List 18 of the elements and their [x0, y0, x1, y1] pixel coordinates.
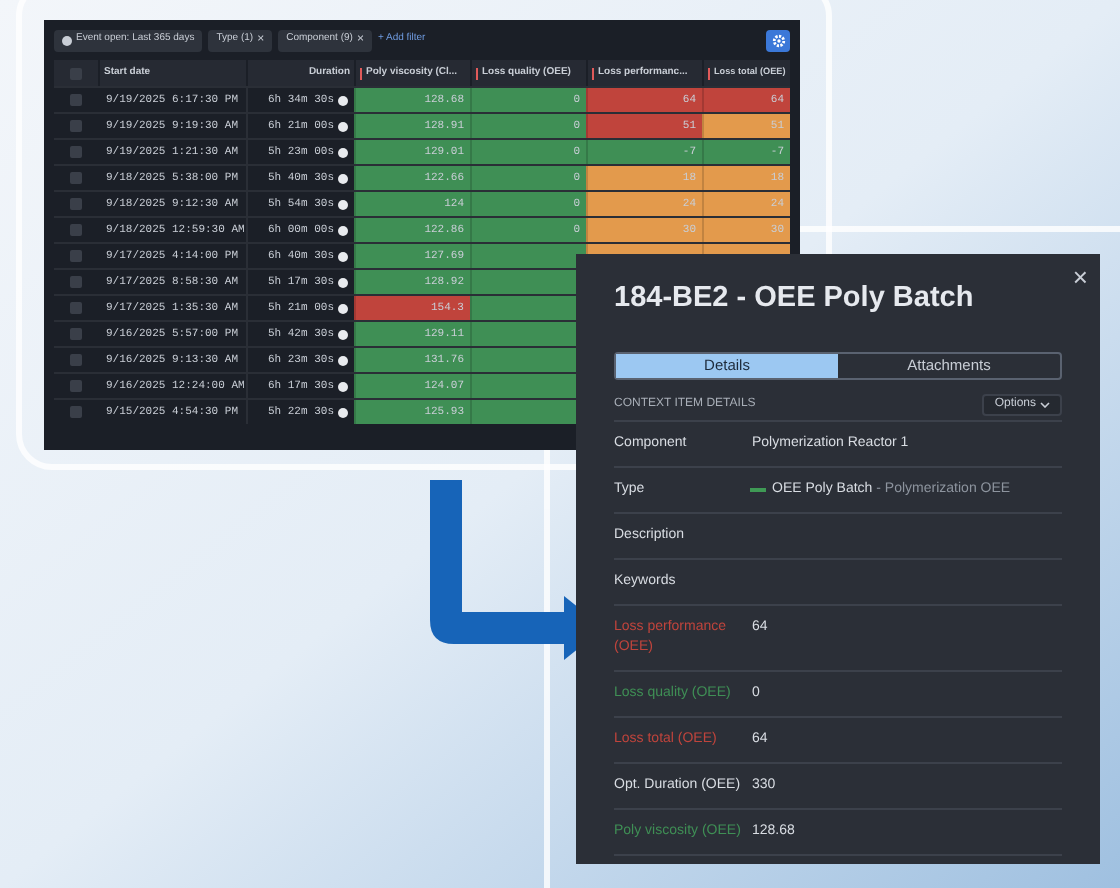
row-checkbox[interactable]	[70, 146, 82, 158]
panel-title: 184-BE2 - OEE Poly Batch	[614, 280, 976, 318]
chevron-down-icon	[1040, 401, 1050, 408]
row-checkbox[interactable]	[70, 302, 82, 314]
row-checkbox[interactable]	[70, 354, 82, 366]
settings-button[interactable]	[766, 29, 790, 51]
row-checkbox[interactable]	[70, 276, 82, 288]
row-checkbox[interactable]	[70, 250, 82, 262]
row-checkbox[interactable]	[70, 328, 82, 340]
row-checkbox[interactable]	[70, 172, 82, 184]
row-checkbox[interactable]	[70, 94, 82, 106]
row-checkbox[interactable]	[70, 380, 82, 392]
close-icon[interactable]: ×	[1072, 258, 1088, 297]
row-checkbox[interactable]	[70, 406, 82, 418]
settings-icon	[771, 33, 785, 47]
row-checkbox[interactable]	[70, 198, 82, 210]
row-checkbox[interactable]	[70, 120, 82, 132]
row-checkbox[interactable]	[70, 224, 82, 236]
